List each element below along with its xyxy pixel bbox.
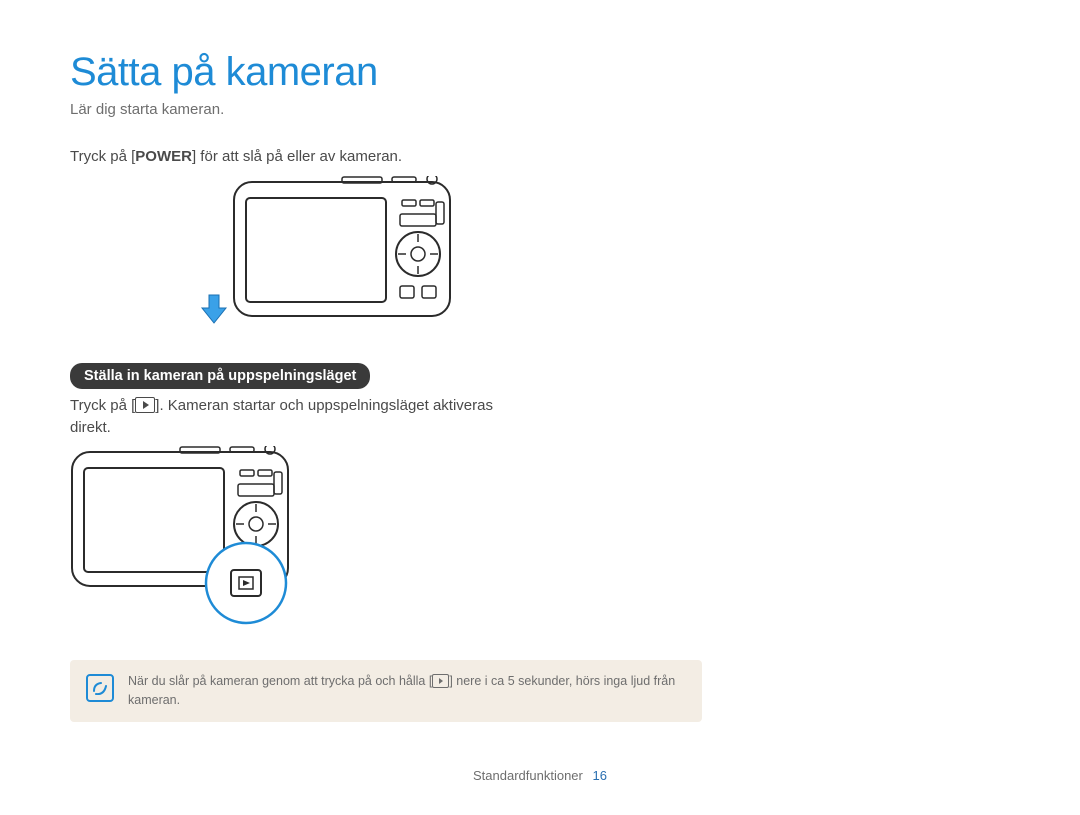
playback-instruction: Tryck på [ ]. Kameran startar och uppspel…: [70, 395, 1010, 439]
pb-pre: Tryck på [: [70, 397, 135, 414]
page-title: Sätta på kameran: [70, 50, 1010, 95]
play-button-icon-small: [432, 674, 449, 688]
footer-section: Standardfunktioner: [473, 768, 583, 783]
note-box: När du slår på kameran genom att trycka …: [70, 660, 702, 722]
page-subtitle: Lär dig starta kameran.: [70, 101, 1010, 118]
highlight-circle-icon: [203, 540, 289, 626]
instr-post: ] för att slå på eller av kameran.: [192, 148, 402, 165]
camera-playback-illustration: [70, 446, 300, 636]
power-keyword: POWER: [135, 148, 192, 165]
instr-pre: Tryck på [: [70, 148, 135, 165]
page-footer: Standardfunktioner 16: [0, 768, 1080, 783]
info-note-icon: [86, 674, 114, 702]
note-part1: När du slår på kameran genom att trycka …: [128, 674, 432, 688]
section-heading-pill: Ställa in kameran på uppspelningsläget: [70, 363, 370, 389]
pb-line2: direkt.: [70, 419, 111, 436]
footer-page-number: 16: [593, 768, 607, 783]
pb-post: ]. Kameran startar och uppspelningsläget…: [155, 397, 493, 414]
power-instruction: Tryck på [POWER] för att slå på eller av…: [70, 146, 1010, 168]
camera-back-top-icon: [232, 176, 452, 326]
manual-page: Sätta på kameran Lär dig starta kameran.…: [0, 0, 1080, 815]
play-button-icon: [135, 397, 155, 413]
arrow-down-icon: [200, 294, 228, 324]
note-text: När du slår på kameran genom att trycka …: [128, 672, 686, 710]
camera-top-illustration: [70, 176, 1010, 331]
